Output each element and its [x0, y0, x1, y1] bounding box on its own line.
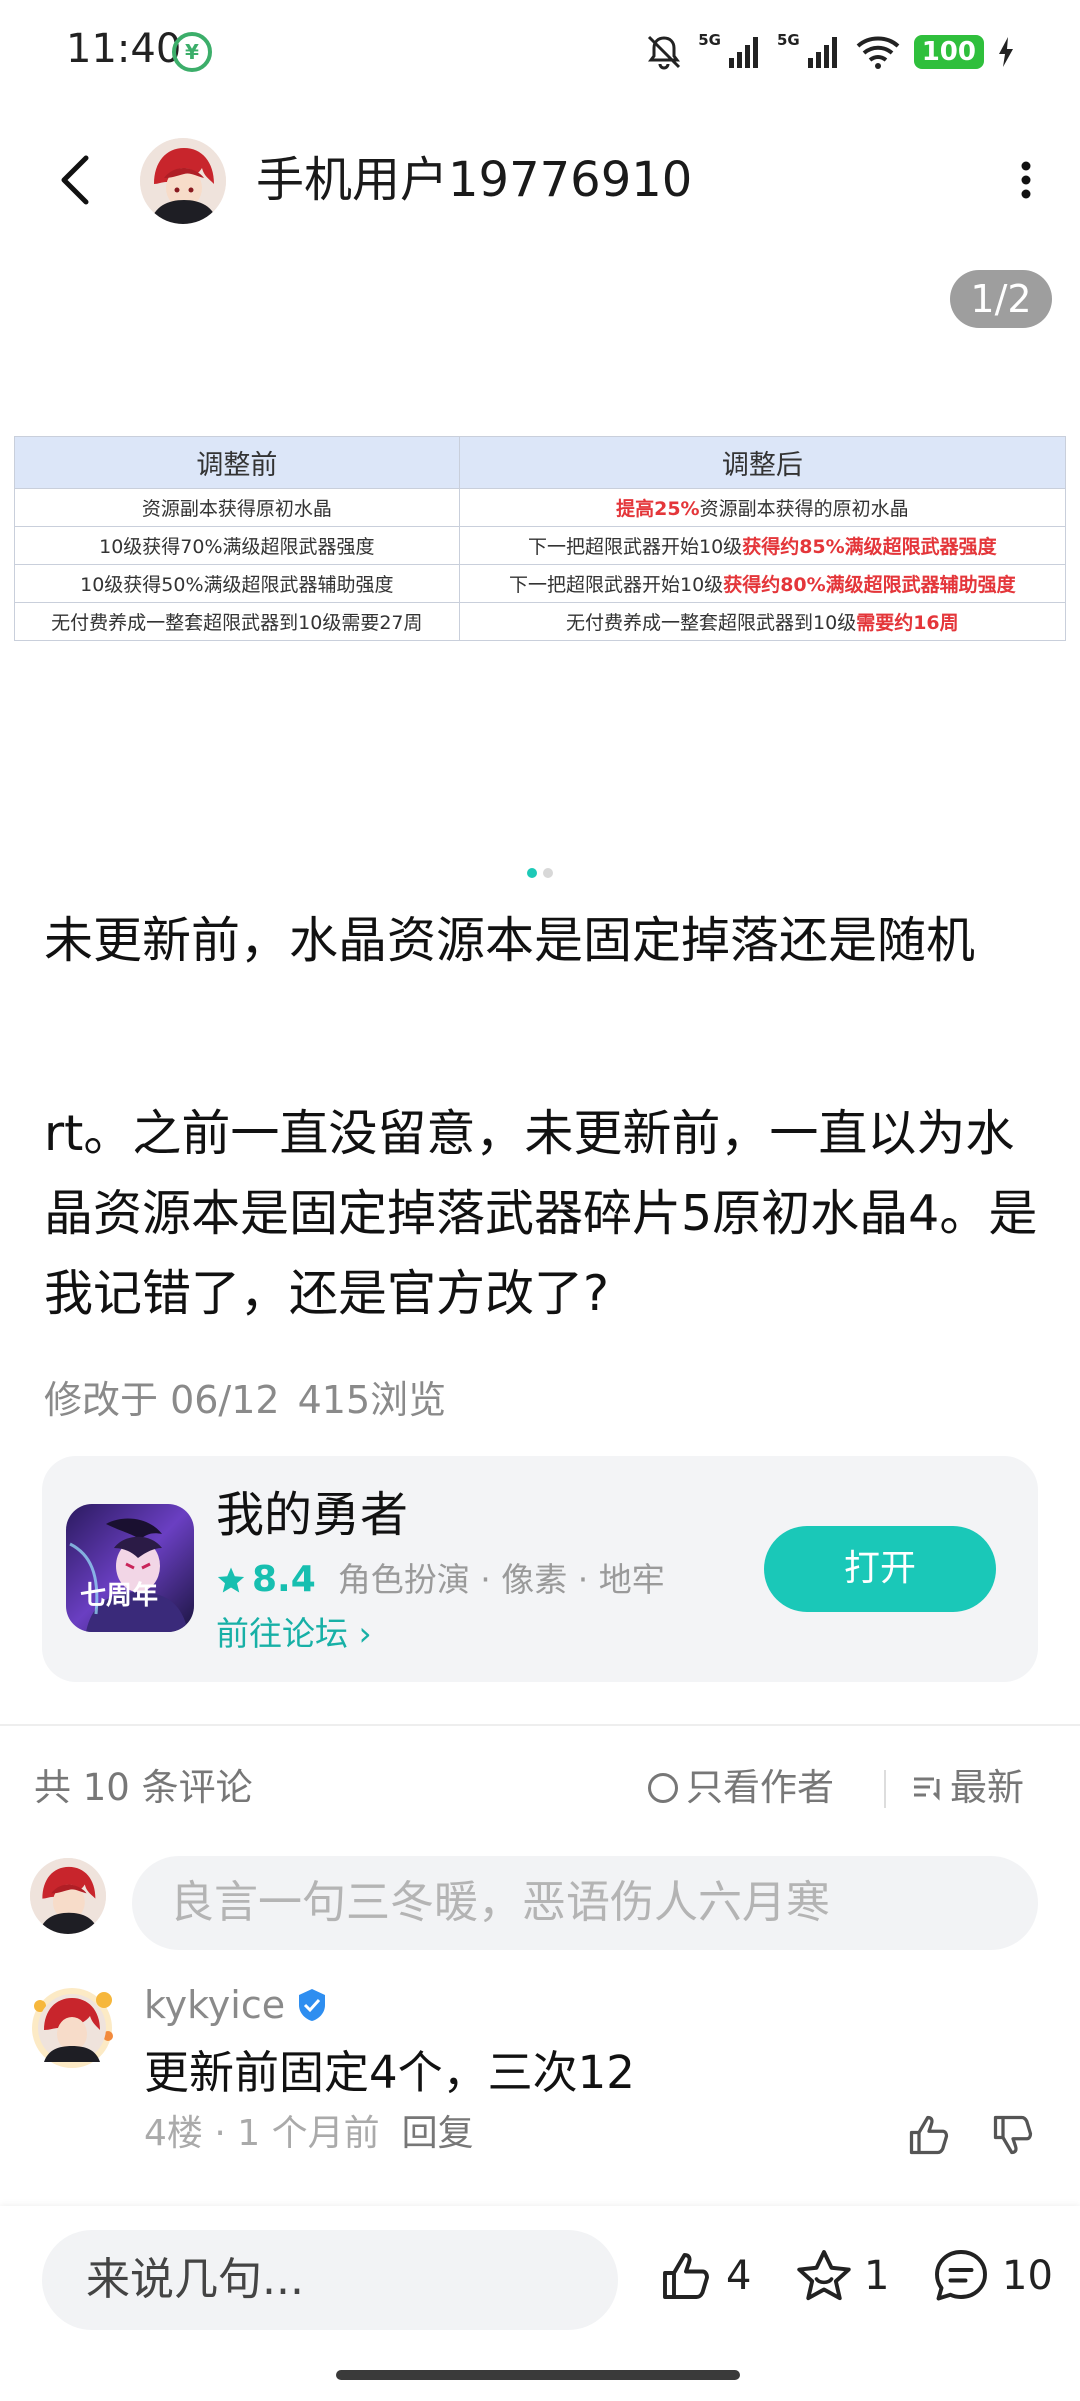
carousel-dot	[543, 868, 553, 878]
more-vertical-icon	[1021, 161, 1031, 199]
comment-dislike-button[interactable]	[988, 2110, 1038, 2160]
image-page-counter: 1/2	[950, 270, 1052, 328]
star-icon	[217, 1567, 245, 1593]
game-name: 我的勇者	[216, 1487, 409, 1543]
thumbs-up-icon	[663, 2253, 709, 2299]
more-options-button[interactable]	[996, 150, 1056, 210]
table-cell-after: 下一把超限武器开始10级获得约85%满级超限武器强度	[458, 526, 1067, 565]
table-cell-after: 提高25%资源副本获得的原初水晶	[458, 488, 1067, 527]
status-bar: 11:40 ¥ 5G 5G 100	[0, 0, 1080, 100]
table-row: 10级获得70%满级超限武器强度 下一把超限武器开始10级获得约85%满级超限武…	[14, 526, 1067, 565]
wifi-icon	[856, 36, 900, 69]
author-avatar[interactable]	[140, 138, 226, 224]
game-icon: 七周年	[66, 1504, 194, 1632]
carousel-indicator	[0, 868, 1080, 878]
post-view-count: 415浏览	[297, 1378, 447, 1422]
comments-button[interactable]: 10	[930, 2246, 1053, 2306]
game-tags: 角色扮演 · 像素 · 地牢	[337, 1560, 665, 1599]
table-row: 10级获得50%满级超限武器辅助强度 下一把超限武器开始10级获得约80%满级超…	[14, 564, 1067, 603]
table-row: 资源副本获得原初水晶 提高25%资源副本获得的原初水晶	[14, 488, 1067, 527]
table-cell-before: 资源副本获得原初水晶	[14, 488, 460, 527]
sort-list-icon	[914, 1777, 940, 1801]
comment-count: 10	[1002, 2253, 1053, 2299]
favorite-count: 1	[864, 2253, 890, 2299]
table-header-after: 调整后	[458, 436, 1067, 489]
commenter-username[interactable]: kykyice	[144, 1978, 329, 2032]
network-type-1: 5G	[698, 31, 721, 49]
chevron-left-icon	[61, 155, 89, 205]
mute-bell-icon	[648, 35, 681, 70]
header-separator	[884, 1770, 886, 1808]
radio-circle-icon	[648, 1773, 678, 1803]
comment-like-button[interactable]	[904, 2110, 954, 2160]
notification-app-icon: ¥	[172, 32, 212, 72]
post-meta: 修改于 06/12 415浏览	[44, 1370, 446, 1430]
table-cell-after: 无付费养成一整套超限武器到10级需要约16周	[458, 602, 1067, 641]
signal-icon-2	[807, 37, 837, 68]
favorite-button[interactable]: 1	[794, 2246, 889, 2306]
table-row: 无付费养成一整套超限武器到10级需要27周 无付费养成一整套超限武器到10级需要…	[14, 602, 1067, 641]
status-icons: 5G 5G 100	[644, 30, 1014, 74]
like-count: 4	[726, 2253, 752, 2299]
game-card[interactable]: 七周年 我的勇者 8.4 角色扮演 · 像素 · 地牢 前往论坛 › 打开	[42, 1456, 1038, 1682]
charging-icon	[999, 37, 1013, 67]
comment-text: 更新前固定4个，三次12	[144, 2046, 635, 2099]
carousel-dot-active	[527, 868, 537, 878]
quick-comment-input[interactable]: 来说几句...	[42, 2230, 618, 2330]
post-image-table[interactable]: 调整前 调整后 资源副本获得原初水晶 提高25%资源副本获得的原初水晶 10级获…	[14, 436, 1067, 641]
post-body: rt。之前一直没留意，未更新前，一直以为水晶资源本是固定掉落武器碎片5原初水晶4…	[44, 1105, 1038, 1322]
back-button[interactable]	[44, 150, 104, 210]
table-cell-before: 10级获得50%满级超限武器辅助强度	[14, 564, 460, 603]
table-cell-before: 10级获得70%满级超限武器强度	[14, 526, 460, 565]
section-divider	[0, 1724, 1080, 1726]
network-type-2: 5G	[776, 31, 800, 49]
table-cell-after: 下一把超限武器开始10级获得约80%满级超限武器辅助强度	[458, 564, 1067, 603]
only-author-toggle[interactable]: 只看作者	[648, 1758, 834, 1818]
post-header: 手机用户19776910	[0, 120, 1080, 240]
reply-button[interactable]: 回复	[402, 2113, 474, 2154]
comment-bubble-icon	[935, 2250, 987, 2301]
game-rating: 8.4	[216, 1554, 316, 1606]
sort-latest-button[interactable]: 最新	[912, 1758, 1024, 1818]
open-game-button[interactable]: 打开	[764, 1526, 996, 1612]
table-cell-before: 无付费养成一整套超限武器到10级需要27周	[14, 602, 460, 641]
status-time: 11:40	[66, 26, 182, 72]
home-indicator[interactable]	[336, 2370, 740, 2380]
battery-level: 100	[913, 35, 984, 69]
commenter-avatar[interactable]	[22, 1976, 122, 2076]
my-avatar	[30, 1858, 106, 1934]
comment-meta: 4楼 · 1 个月前 回复	[144, 2106, 474, 2162]
game-icon-text: 七周年	[80, 1580, 158, 1611]
comments-count: 共 10 条评论	[34, 1766, 253, 1809]
signal-icon	[728, 37, 758, 68]
table-header-before: 调整前	[14, 436, 460, 489]
comment-input[interactable]: 良言一句三冬暖，恶语伤人六月寒	[132, 1856, 1038, 1950]
comment-floor-time: 4楼 · 1 个月前	[144, 2113, 380, 2154]
author-username[interactable]: 手机用户19776910	[256, 150, 692, 210]
thumbs-up-icon	[909, 2115, 949, 2155]
go-to-forum-link[interactable]: 前往论坛 ›	[216, 1608, 372, 1660]
star-outline-icon	[797, 2250, 851, 2301]
bottom-action-bar: 来说几句... 4 1 10	[0, 2206, 1080, 2401]
verified-badge-icon	[299, 1989, 326, 2021]
thumbs-down-icon	[993, 2115, 1033, 2155]
post-modified-date: 修改于 06/12	[44, 1378, 280, 1422]
game-info: 8.4 角色扮演 · 像素 · 地牢	[216, 1554, 665, 1606]
like-button[interactable]: 4	[656, 2246, 751, 2306]
post-title: 未更新前，水晶资源本是固定掉落还是随机	[44, 912, 976, 969]
